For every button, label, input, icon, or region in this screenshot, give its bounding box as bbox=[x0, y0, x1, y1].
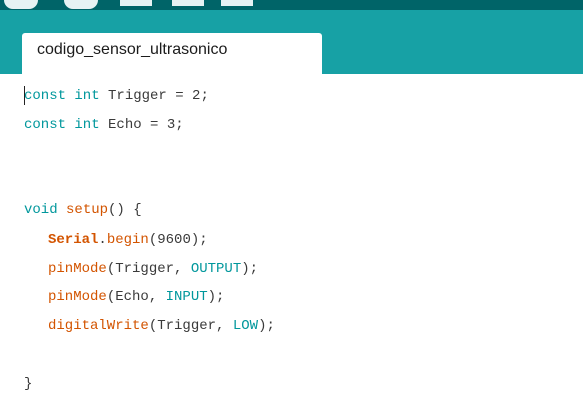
code-line-6: Serial.begin(9600); bbox=[48, 230, 208, 250]
code-line-7: pinMode(Trigger, OUTPUT); bbox=[48, 259, 258, 279]
tab-codigo-sensor-ultrasonico[interactable]: codigo_sensor_ultrasonico bbox=[22, 33, 322, 74]
code-text: (Echo, bbox=[106, 289, 166, 305]
code-line-2: const int Echo = 3; bbox=[24, 115, 184, 135]
open-button[interactable] bbox=[172, 0, 204, 6]
keyword: const int bbox=[24, 117, 100, 133]
code-text: (Trigger, bbox=[148, 318, 233, 334]
code-text: Echo = 3; bbox=[99, 117, 184, 133]
constant: LOW bbox=[232, 318, 259, 334]
function-name: pinMode bbox=[48, 261, 107, 277]
code-text: } bbox=[24, 376, 33, 392]
code-line-1: const int Trigger = 2; bbox=[24, 86, 209, 106]
function-name: begin bbox=[106, 232, 149, 248]
code-text: ); bbox=[241, 261, 259, 277]
code-text: ); bbox=[258, 318, 275, 334]
code-text: ); bbox=[207, 289, 225, 305]
verify-button[interactable] bbox=[4, 0, 38, 9]
new-button[interactable] bbox=[120, 0, 152, 6]
code-text: Trigger = 2; bbox=[99, 88, 209, 104]
code-text: (9600); bbox=[148, 232, 208, 248]
code-line-9: digitalWrite(Trigger, LOW); bbox=[48, 316, 275, 336]
code-line-5: void setup() { bbox=[24, 200, 142, 220]
keyword: const int bbox=[24, 88, 100, 104]
code-text: () { bbox=[108, 202, 142, 218]
function-name: setup bbox=[66, 202, 109, 218]
constant: INPUT bbox=[165, 289, 208, 305]
code-line-11: } bbox=[24, 374, 32, 394]
save-button[interactable] bbox=[221, 0, 253, 6]
object-name: Serial bbox=[48, 232, 99, 248]
code-text: (Trigger, bbox=[106, 261, 191, 277]
code-editor[interactable]: const int Trigger = 2; const int Echo = … bbox=[0, 74, 583, 394]
code-line-8: pinMode(Echo, INPUT); bbox=[48, 287, 224, 307]
upload-button[interactable] bbox=[64, 0, 98, 9]
keyword: void bbox=[24, 202, 58, 218]
code-text: . bbox=[98, 232, 107, 248]
constant: OUTPUT bbox=[190, 261, 242, 277]
tab-label: codigo_sensor_ultrasonico bbox=[37, 41, 228, 58]
function-name: digitalWrite bbox=[48, 318, 149, 334]
function-name: pinMode bbox=[48, 289, 107, 305]
